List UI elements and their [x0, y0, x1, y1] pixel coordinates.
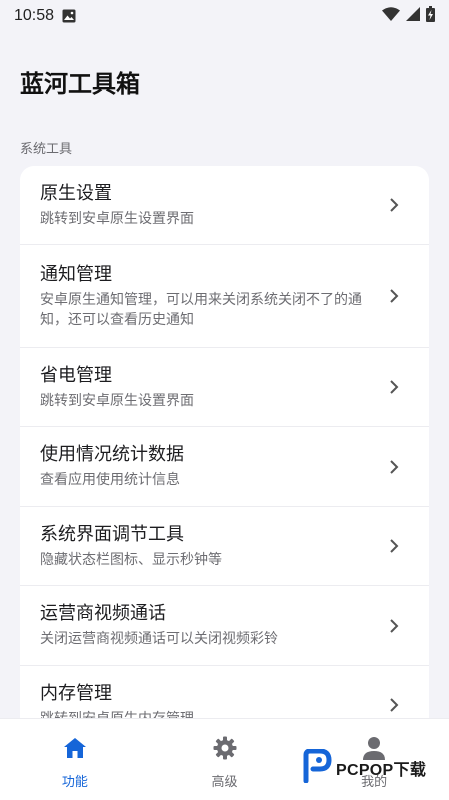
- tool-title: 原生设置: [40, 182, 112, 204]
- tool-desc: 跳转到安卓原生设置界面: [40, 392, 194, 409]
- tools-list: 原生设置 跳转到安卓原生设置界面 通知管理 安卓原生通知管理，可以用来关闭系统关…: [20, 166, 429, 720]
- home-icon: [62, 735, 88, 761]
- watermark: PCPOP下载: [302, 748, 426, 788]
- watermark-text: PCPOP下载: [336, 762, 427, 779]
- tool-title: 内存管理: [40, 682, 112, 704]
- tool-title: 运营商视频通话: [40, 603, 166, 624]
- nav-label: 高级: [211, 775, 238, 790]
- tool-item-system-ui-tuner[interactable]: 系统界面调节工具 隐藏状态栏图标、显示秒钟等: [20, 507, 429, 586]
- nav-tab-advanced[interactable]: 高级: [150, 719, 300, 800]
- tool-item-memory-manager[interactable]: 内存管理 跳转到安卓原生内存管理: [20, 666, 429, 720]
- tool-title: 通知管理: [40, 263, 112, 285]
- chevron-right-icon: [387, 197, 401, 213]
- tool-desc: 隐藏状态栏图标、显示秒钟等: [40, 551, 222, 568]
- chevron-right-icon: [387, 379, 401, 395]
- battery-charging-icon: [426, 6, 435, 26]
- pcpop-logo-icon: [302, 748, 332, 787]
- status-time: 10:58: [14, 7, 55, 24]
- tool-title: 省电管理: [40, 364, 112, 386]
- chevron-right-icon: [387, 288, 401, 304]
- wifi-icon: [382, 7, 400, 25]
- chevron-right-icon: [387, 697, 401, 713]
- tool-title: 系统界面调节工具: [40, 523, 184, 545]
- status-bar: 10:58: [0, 0, 449, 32]
- tool-item-native-settings[interactable]: 原生设置 跳转到安卓原生设置界面: [20, 166, 429, 245]
- nav-label: 功能: [61, 775, 88, 790]
- tool-title: 使用情况统计数据: [40, 444, 184, 465]
- tool-item-carrier-video-call[interactable]: 运营商视频通话 关闭运营商视频通话可以关闭视频彩铃: [20, 586, 429, 666]
- tool-item-notification-manager[interactable]: 通知管理 安卓原生通知管理，可以用来关闭系统关闭不了的通知，还可以查看历史通知: [20, 245, 429, 348]
- tool-item-usage-stats[interactable]: 使用情况统计数据 查看应用使用统计信息: [20, 427, 429, 507]
- gallery-icon: [62, 9, 76, 23]
- chevron-right-icon: [387, 538, 401, 554]
- tool-desc: 查看应用使用统计信息: [40, 472, 180, 488]
- nav-tab-features[interactable]: 功能: [0, 719, 150, 800]
- tool-desc: 跳转到安卓原生设置界面: [40, 210, 194, 227]
- tool-desc: 关闭运营商视频通话可以关闭视频彩铃: [40, 631, 278, 647]
- signal-icon: [406, 7, 420, 25]
- tool-desc: 安卓原生通知管理，可以用来关闭系统关闭不了的通知，还可以查看历史通知: [40, 291, 362, 328]
- gear-icon: [212, 735, 238, 761]
- section-label: 系统工具: [20, 142, 73, 157]
- status-icons: [382, 6, 435, 26]
- tool-item-power-saving[interactable]: 省电管理 跳转到安卓原生设置界面: [20, 348, 429, 427]
- chevron-right-icon: [387, 618, 401, 634]
- page-title: 蓝河工具箱: [20, 70, 140, 98]
- chevron-right-icon: [387, 459, 401, 475]
